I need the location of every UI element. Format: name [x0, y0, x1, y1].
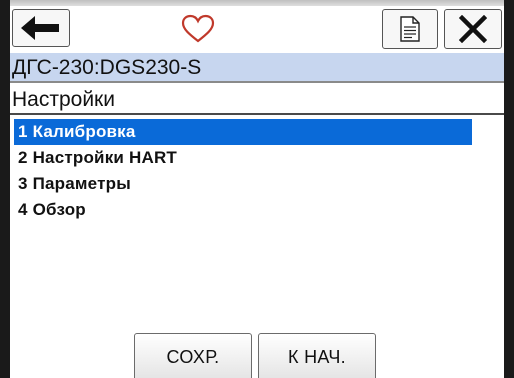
arrow-left-icon — [21, 16, 59, 40]
device-name: ДГС-230:DGS230-S — [12, 56, 202, 79]
menu-item-overview[interactable]: 4 Обзор — [14, 197, 472, 223]
document-icon — [400, 16, 420, 42]
heart-outline-icon — [181, 14, 215, 43]
right-bezel — [504, 0, 514, 378]
menu-list: 1 Калибровка 2 Настройки HART 3 Параметр… — [14, 119, 472, 223]
document-button[interactable] — [382, 9, 438, 49]
menu-title-bar: Настройки — [10, 85, 504, 115]
menu-item-parameters[interactable]: 3 Параметры — [14, 171, 472, 197]
back-button[interactable] — [12, 9, 70, 47]
favorite-button[interactable] — [178, 11, 218, 47]
left-bezel — [0, 0, 10, 378]
save-button[interactable]: СОХР. — [134, 333, 252, 378]
close-x-icon — [459, 15, 487, 43]
menu-item-hart-settings[interactable]: 2 Настройки HART — [14, 145, 472, 171]
handheld-screen: ДГС-230:DGS230-S Настройки 1 Калибровка … — [0, 0, 514, 378]
device-name-bar: ДГС-230:DGS230-S — [10, 53, 504, 83]
toolbar — [10, 6, 504, 50]
menu-item-calibration[interactable]: 1 Калибровка — [14, 119, 472, 145]
close-button[interactable] — [444, 9, 502, 49]
menu-title: Настройки — [12, 88, 115, 111]
home-button[interactable]: К НАЧ. — [258, 333, 376, 378]
